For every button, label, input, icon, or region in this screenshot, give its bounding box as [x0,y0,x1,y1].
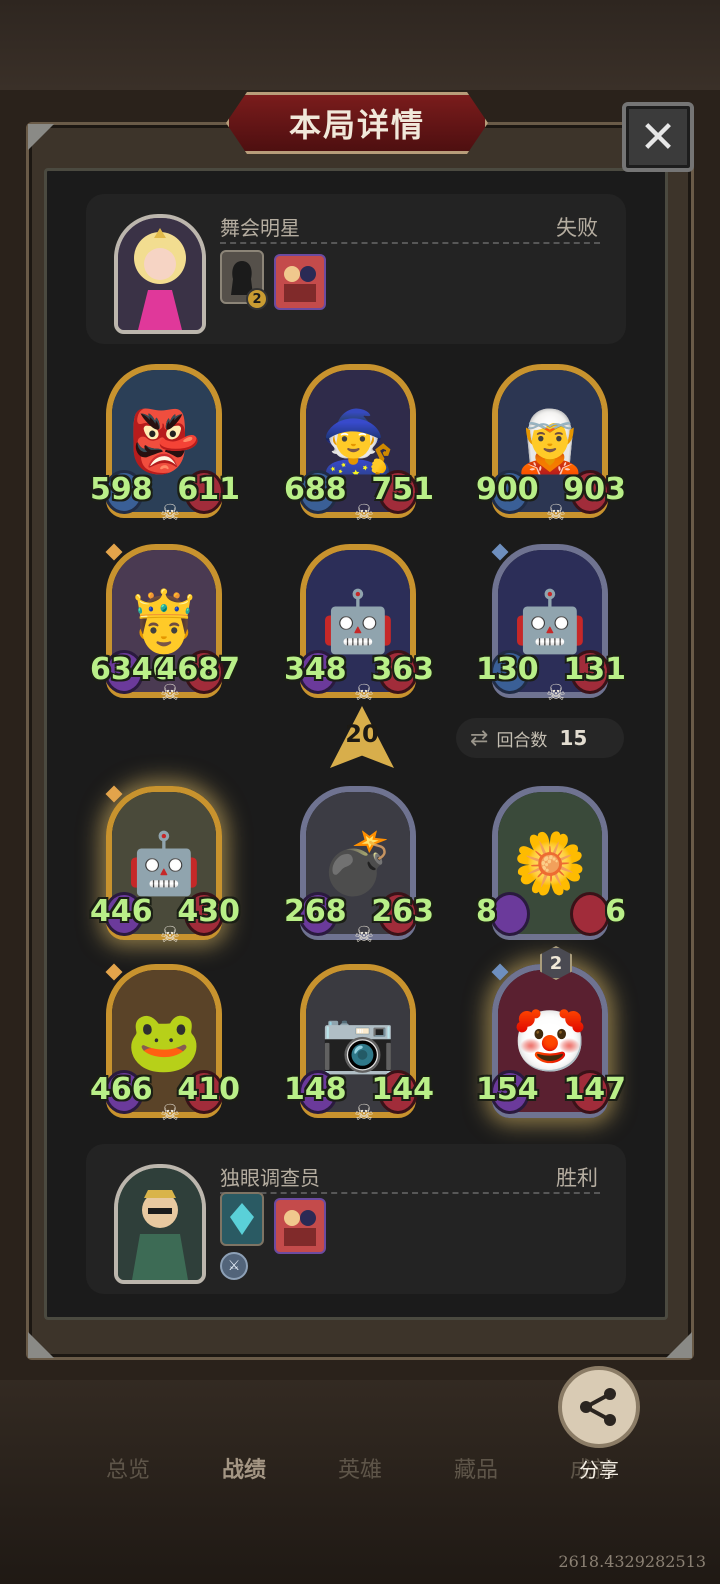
tab-heroes[interactable]: 英雄 [338,1452,382,1492]
minion-attack: 598 [90,472,153,507]
player-avatar[interactable] [114,1164,206,1284]
close-icon: ✕ [639,111,677,163]
deathrattle-skull-icon: ☠ [160,923,180,948]
minion-health: 144 [371,1072,434,1107]
star-wizard-minion[interactable]: 🧙 688 751 ☠ [284,364,434,526]
minion-health: 611 [177,472,240,507]
minion-attack: 154 [476,1072,539,1107]
minion-attack: 446 [90,894,153,929]
tab-record[interactable]: 战绩 [222,1452,266,1492]
minion-health: 430 [177,894,240,929]
blue-haired-elf-minion[interactable]: 🧝 900 903 ☠ [476,364,626,526]
dialog-title-plate: 本局详情 [226,92,488,154]
minion-health: 6 [605,894,626,929]
sword-trinket-icon[interactable]: ⚔ [220,1252,248,1280]
one-eyed-investigator-portrait-icon [118,1168,202,1280]
tavern-tier-value: 20 [345,720,379,748]
deathrattle-skull-icon: ☠ [354,923,374,948]
minion-attack: 268 [284,894,347,929]
divider [220,242,600,244]
minion-attack: 688 [284,472,347,507]
minions-pack-icon[interactable] [274,254,326,310]
close-button[interactable]: ✕ [622,102,694,172]
round-counter: ⇄ 回合数 15 [456,718,624,758]
health-icon [570,892,610,936]
minion-attack: 130 [476,652,539,687]
build-id: 2618.4329282513 [558,1552,706,1571]
toad-minion[interactable]: 🐸 466 410 ☠ [90,963,240,1126]
minion-attack: 148 [284,1072,347,1107]
minion-health: 410 [177,1072,240,1107]
top-background [0,0,720,90]
deathrattle-skull-icon: ☠ [354,1101,374,1126]
share-icon [580,1388,616,1426]
minion-attack: 8 [476,894,497,929]
opponent-avatar[interactable] [114,214,206,334]
deathrattle-skull-icon: ☠ [354,681,374,706]
tab-overview[interactable]: 总览 [106,1452,150,1492]
player-name: 独眼调查员 [220,1166,320,1190]
minion-health: 147 [563,1072,626,1107]
deathrattle-skull-icon: ☠ [160,681,180,706]
steam-robot-minion[interactable]: 🤖 446 430 ☠ [90,785,240,948]
divider [220,1192,600,1194]
bearded-king-minion[interactable]: 🤴 6340 4687 ☠ [90,543,240,706]
minion-health: 903 [563,472,626,507]
minion-attack: 900 [476,472,539,507]
opponent-card: 舞会明星 失败 2 [86,194,626,344]
singing-flower-minion[interactable]: 🌼 8 6 [476,786,626,940]
bomb-knight-minion[interactable]: 💣 268 263 ☠ [284,786,434,948]
deathrattle-skull-icon: ☠ [354,501,374,526]
share-button[interactable] [558,1366,640,1448]
refresh-icon: ⇄ [470,725,489,751]
deathrattle-skull-icon: ☠ [160,501,180,526]
opponent-name: 舞会明星 [220,216,300,240]
round-value: 15 [559,726,588,750]
minions-pack-icon[interactable] [274,1198,326,1254]
blue-goblin-minion[interactable]: 👺 598 611 ☠ [90,364,240,526]
opponent-result: 失败 [556,216,598,240]
deathrattle-skull-icon: ☠ [160,1101,180,1126]
tab-collection[interactable]: 藏品 [454,1452,498,1492]
hero-level-badge: 2 [246,288,268,310]
share-label: 分享 [579,1458,619,1482]
minion-health: 263 [371,894,434,929]
camera-robot-minion[interactable]: 📷 148 144 ☠ [284,964,434,1126]
dialog-title: 本局详情 [288,106,425,144]
cosmic-golem-minion-2[interactable]: 🤖 130 131 ☠ [476,543,626,706]
minion-attack: 348 [284,652,347,687]
jester-minion[interactable]: 🤡 154 147 2 [476,946,626,1118]
dancing-star-portrait-icon [118,218,202,330]
cosmic-golem-minion[interactable]: 🤖 348 363 ☠ [284,544,434,706]
minion-health: 751 [371,472,434,507]
player-result: 胜利 [556,1166,598,1190]
deathrattle-skull-icon: ☠ [546,681,566,706]
player-card: 独眼调查员 胜利 ⚔ [86,1144,626,1294]
crystal-trinket-icon[interactable] [220,1192,264,1246]
minion-health: 131 [563,652,626,687]
minion-health: 363 [371,652,434,687]
round-label: 回合数 [496,730,548,751]
minion-attack: 466 [90,1072,153,1107]
deathrattle-skull-icon: ☠ [546,501,566,526]
